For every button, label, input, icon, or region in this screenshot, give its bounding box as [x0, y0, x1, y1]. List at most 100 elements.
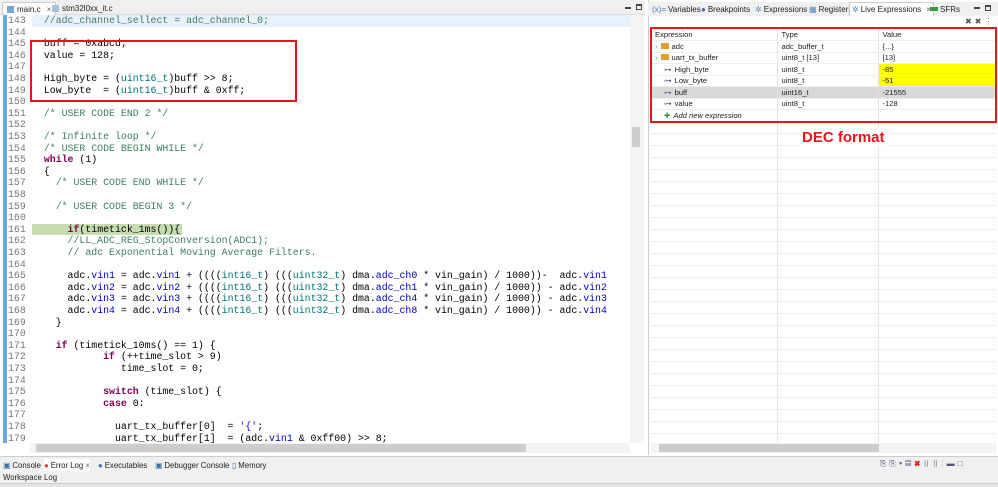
tab-memory[interactable]: ▯ Memory [232, 459, 266, 471]
code-token: vin3 [91, 293, 115, 305]
minimize-icon[interactable] [625, 7, 631, 9]
maximize-icon[interactable] [985, 5, 991, 11]
code-token: (time_slot) { [138, 386, 222, 398]
code-token: while [32, 154, 74, 166]
line-number: 179 [8, 432, 26, 443]
tab-stm32l0xx-it-c[interactable]: stm32l0xx_it.c [48, 2, 117, 15]
code-line[interactable]: 144 [0, 27, 630, 39]
code-token: = adc. [114, 293, 157, 305]
tab-console[interactable]: ▣ Console [3, 459, 41, 471]
delete-log-icon[interactable]: ✖ [914, 459, 923, 468]
variables-icon: (x)= [652, 4, 666, 14]
code-token: & 0xff00) >> 8; [292, 432, 388, 443]
code-line[interactable]: 164 [0, 259, 630, 271]
code-line[interactable]: 169 } [0, 317, 630, 329]
code-token: //adc_channel_sellect = adc_channel_0; [32, 15, 270, 26]
code-line[interactable]: 170 [0, 328, 630, 340]
code-token: vin1 [91, 270, 115, 282]
code-line[interactable]: 154 /* USER CODE BEGIN WHILE */ [0, 143, 630, 155]
minimize-icon[interactable] [974, 7, 980, 9]
code-token: int16_t [221, 281, 264, 293]
code-line[interactable]: 179 uart_tx_buffer[1] = (adc.vin1 & 0xff… [0, 433, 630, 443]
close-icon[interactable]: × [85, 461, 90, 470]
code-line[interactable]: 155 while (1) [0, 154, 630, 166]
clear-log-icon[interactable]: ▤ [905, 459, 914, 468]
line-number: 172 [8, 351, 26, 363]
code-line[interactable]: 177 [0, 409, 630, 421]
code-line[interactable]: 163 // adc Exponential Moving Average Fi… [0, 247, 630, 259]
code-line[interactable]: 143 //adc_channel_sellect = adc_channel_… [0, 15, 630, 27]
line-number: 147 [8, 61, 26, 73]
code-token: ) ((( [263, 281, 293, 293]
code-text: /* USER CODE BEGIN WHILE */ [32, 143, 204, 155]
tab-breakpoints[interactable]: ● Breakpoints [699, 2, 752, 16]
code-line[interactable]: 171 if (timetick_10ms() == 1) { [0, 340, 630, 352]
line-number: 164 [8, 258, 26, 270]
code-token: ) dma. [340, 293, 376, 305]
code-token: ) ((( [263, 270, 293, 282]
code-line[interactable]: 152 [0, 119, 630, 131]
remove-all-icon[interactable]: ✖ [975, 17, 985, 26]
horizontal-scrollbar[interactable] [651, 443, 996, 453]
code-line[interactable]: 175 switch (time_slot) { [0, 386, 630, 398]
code-token: * vin_gain) / 1000)) - adc. [417, 305, 584, 316]
code-line[interactable]: 162 //LL_ADC_REG_StopConversion(ADC1); [0, 235, 630, 247]
sfrs-icon [930, 7, 938, 11]
code-token: 0: [126, 397, 145, 409]
code-line[interactable]: 156 { [0, 166, 630, 178]
tab-sfrs[interactable]: SFRs [928, 2, 962, 16]
code-line[interactable]: 153 /* Infinite loop */ [0, 131, 630, 143]
horizontal-scrollbar[interactable] [30, 443, 630, 453]
maximize-icon[interactable] [636, 4, 642, 10]
code-token: = adc. [114, 270, 157, 282]
code-line[interactable]: 160 [0, 212, 630, 224]
code-line[interactable]: 161 if(timetick_1ms()){ [0, 223, 630, 236]
view-menu-icon[interactable]: ⋮ [984, 17, 995, 26]
tab-label: Error Log [50, 460, 84, 470]
code-token: vin2 [91, 281, 115, 293]
code-line[interactable]: 168 adc.vin4 = adc.vin4 + ((((int16_t) (… [0, 305, 630, 317]
code-token: ) ((( [263, 305, 293, 316]
code-line[interactable]: 174 [0, 375, 630, 387]
code-token: vin4 [583, 305, 607, 316]
line-number: 161 [8, 223, 26, 235]
code-line[interactable]: 159 /* USER CODE BEGIN 3 */ [0, 201, 630, 213]
tab-expressions[interactable]: ✲ Expressions [753, 2, 809, 16]
code-line[interactable]: 158 [0, 189, 630, 201]
tab-executables[interactable]: ● Executables [98, 459, 147, 471]
tab-variables[interactable]: (x)= Variables [650, 2, 703, 16]
tab-live-expressions[interactable]: ✲ Live Expressions × [849, 2, 934, 16]
line-number: 170 [8, 328, 26, 340]
code-line[interactable]: 173 time_slot = 0; [0, 363, 630, 375]
code-text: time_slot = 0; [32, 363, 204, 375]
vertical-scrollbar[interactable] [630, 15, 644, 443]
code-token: uint32_t [292, 281, 341, 293]
line-number: 167 [8, 293, 26, 305]
code-line[interactable]: 178 uart_tx_buffer[0] = '{'; [0, 421, 630, 433]
code-line[interactable]: 167 adc.vin3 = adc.vin3 + ((((int16_t) (… [0, 293, 630, 305]
code-line[interactable]: 166 adc.vin2 = adc.vin2 + ((((int16_t) (… [0, 282, 630, 294]
code-token: if [32, 339, 68, 351]
tab-error-log[interactable]: ● Error Log × [44, 459, 90, 471]
code-line[interactable]: 151 /* USER CODE END 2 */ [0, 108, 630, 120]
tab-label: Registers [818, 4, 853, 14]
remove-icon[interactable]: ✖ [965, 17, 975, 26]
code-line[interactable]: 172 if (++time_slot > 9) [0, 351, 630, 363]
debug-view-tabs: (x)= Variables ● Breakpoints ✲ Expressions … [648, 2, 998, 16]
maximize-icon[interactable]: □ [958, 459, 966, 468]
code-token: } [32, 316, 62, 328]
registers-icon: ▦ [809, 4, 817, 14]
code-text: /* USER CODE END 2 */ [32, 108, 168, 120]
code-line[interactable]: 165 adc.vin1 = adc.vin1 + ((((int16_t) (… [0, 270, 630, 282]
code-line[interactable]: 157 /* USER CODE END WHILE */ [0, 177, 630, 189]
minimize-icon[interactable]: ▬ [947, 459, 958, 468]
code-line[interactable]: 176 case 0: [0, 398, 630, 410]
import-log-icon[interactable]: ⎘ [889, 459, 898, 468]
line-number: 177 [8, 409, 26, 421]
export-log-icon[interactable]: ⎘ [880, 459, 889, 468]
tab-label: Executables [104, 460, 148, 470]
code-token: adc_ch1 [375, 281, 418, 293]
tab-debugger-console[interactable]: ▣ Debugger Console [155, 459, 229, 471]
tab-registers[interactable]: ▦ Registers [807, 2, 854, 16]
restore-log-icon[interactable]: ▯ [932, 459, 941, 468]
